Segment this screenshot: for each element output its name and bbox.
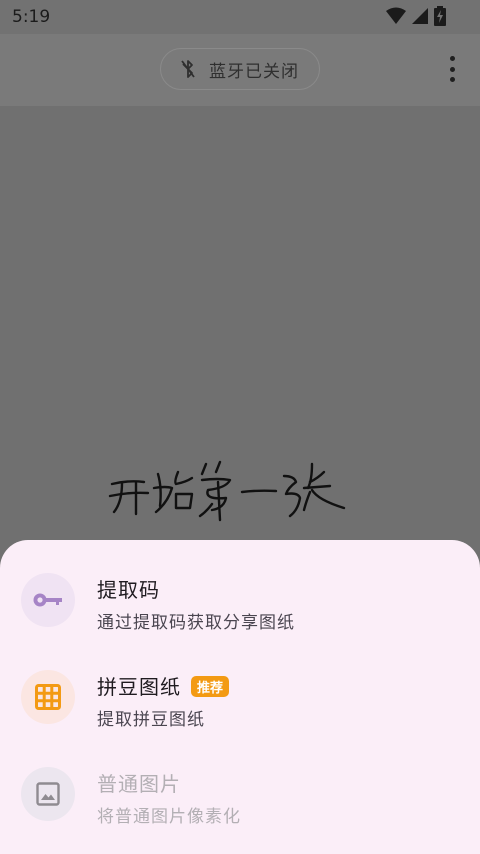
sheet-item-extract-code[interactable]: 提取码 通过提取码获取分享图纸 bbox=[0, 556, 480, 652]
sheet-item-subtitle: 通过提取码获取分享图纸 bbox=[97, 613, 295, 633]
sheet-item-subtitle: 提取拼豆图纸 bbox=[97, 710, 205, 730]
key-icon-container bbox=[21, 573, 75, 627]
sheet-item-subtitle: 将普通图片像素化 bbox=[97, 807, 241, 827]
bottom-sheet: 提取码 通过提取码获取分享图纸 拼豆图纸 推荐 提取拼豆图纸 普通图片 将普通图片… bbox=[0, 540, 480, 854]
image-icon bbox=[36, 782, 60, 806]
top-app-bar: 蓝牙已关闭 bbox=[0, 34, 480, 106]
recommend-badge: 推荐 bbox=[191, 676, 230, 697]
status-bar: 5:19 bbox=[0, 0, 480, 34]
status-time: 5:19 bbox=[12, 7, 51, 27]
grid-icon-container bbox=[21, 670, 75, 724]
grid-icon bbox=[35, 684, 61, 710]
sheet-item-title: 普通图片 bbox=[97, 772, 181, 796]
battery-charging-icon bbox=[434, 6, 446, 26]
sheet-item-title: 拼豆图纸 推荐 bbox=[97, 671, 230, 700]
status-icons bbox=[386, 6, 446, 26]
sheet-item-title-text: 拼豆图纸 bbox=[97, 675, 181, 699]
more-options-button[interactable] bbox=[444, 56, 460, 82]
sheet-item-title: 提取码 bbox=[97, 578, 160, 602]
wifi-icon bbox=[386, 7, 406, 24]
sheet-item-normal-image[interactable]: 普通图片 将普通图片像素化 bbox=[0, 750, 480, 846]
more-vertical-icon bbox=[449, 56, 455, 61]
handwriting-image bbox=[108, 460, 346, 522]
bluetooth-status-chip[interactable]: 蓝牙已关闭 bbox=[160, 48, 320, 90]
bluetooth-status-label: 蓝牙已关闭 bbox=[209, 61, 299, 82]
sheet-item-bead-pattern[interactable]: 拼豆图纸 推荐 提取拼豆图纸 bbox=[0, 653, 480, 749]
bluetooth-disabled-icon bbox=[181, 60, 195, 78]
image-icon-container bbox=[21, 767, 75, 821]
key-icon bbox=[33, 593, 62, 607]
cellular-signal-icon bbox=[412, 8, 428, 24]
